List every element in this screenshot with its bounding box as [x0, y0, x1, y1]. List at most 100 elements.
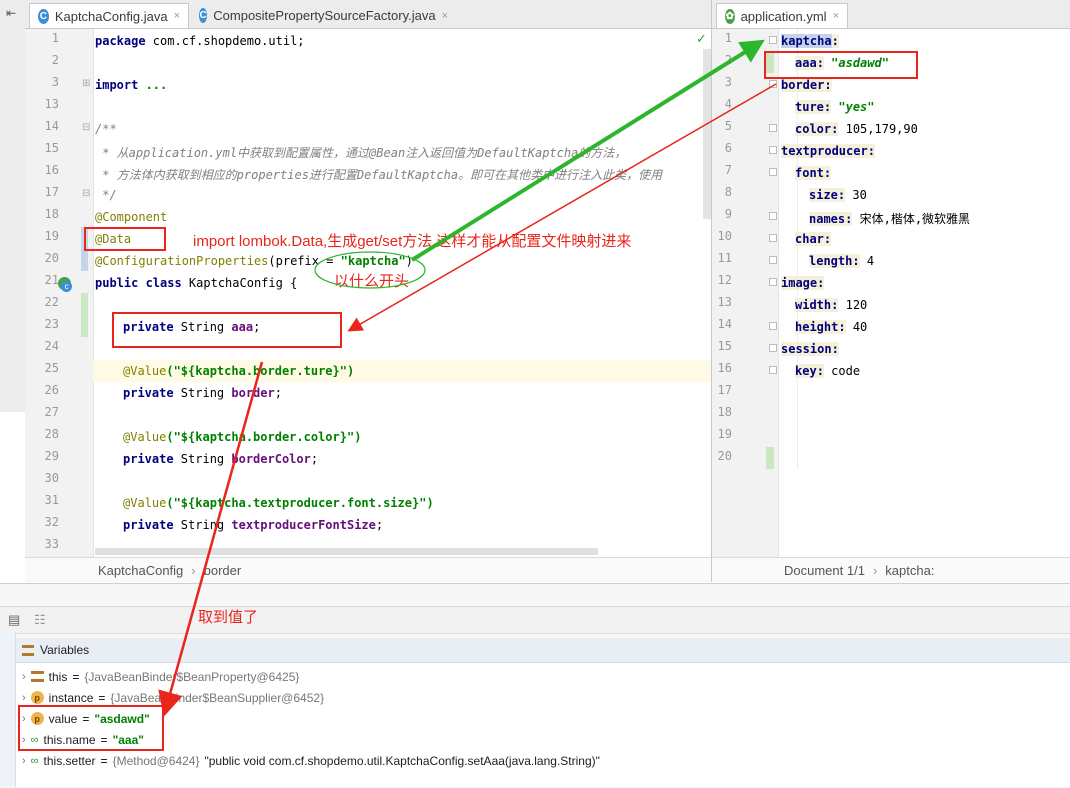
code-line[interactable]: package com.cf.shopdemo.util;: [95, 34, 305, 48]
right-editor-tabbar: ✿ application.yml ×: [712, 0, 1070, 29]
yaml-line[interactable]: textproducer:: [781, 144, 875, 158]
close-icon[interactable]: ×: [833, 10, 839, 22]
yaml-key: ture: [795, 100, 824, 114]
fold-icon[interactable]: [769, 80, 777, 88]
code-token: borderColor: [231, 452, 311, 466]
fold-icon[interactable]: [769, 146, 777, 154]
frames-icon[interactable]: ▤: [8, 612, 20, 628]
code-line[interactable]: @ConfigurationProperties(prefix = "kaptc…: [95, 254, 413, 268]
breadcrumb-item[interactable]: KaptchaConfig: [98, 563, 183, 578]
yaml-line[interactable]: image:: [781, 276, 825, 290]
line-number: 11: [717, 251, 732, 265]
code-line[interactable]: @Value("${kaptcha.border.ture}"): [123, 364, 354, 378]
code-line[interactable]: private String border;: [123, 386, 282, 400]
yaml-editor[interactable]: 1 2 3 4 5 6 7 8 9 10 11 12 13 14 15 16 17 18 19 20 kaptcha: a…: [712, 29, 1070, 557]
fold-icon[interactable]: ⊟: [82, 188, 90, 199]
fold-icon[interactable]: [769, 234, 777, 242]
line-number: 16: [44, 163, 59, 177]
horizontal-scrollbar[interactable]: [95, 548, 598, 555]
code-line[interactable]: @Component: [95, 210, 167, 224]
class-icon: C: [38, 8, 49, 24]
line-number: 15: [44, 141, 59, 155]
tab-compositepropertysourcefactory[interactable]: C CompositePropertySourceFactory.java ×: [191, 3, 456, 28]
yaml-line[interactable]: names: 宋体,楷体,微软雅黑: [809, 210, 970, 227]
yaml-key: kaptcha: [781, 34, 832, 48]
code-token: * 从application.yml中获取到配置属性，通过@Bean注入返回值为…: [95, 146, 627, 160]
code-line[interactable]: import ...: [95, 78, 167, 92]
fold-icon[interactable]: ⊟: [82, 122, 90, 133]
annotation-box-aaa-field: [112, 312, 342, 348]
tab-application-yml[interactable]: ✿ application.yml ×: [716, 3, 848, 28]
yaml-line[interactable]: width: 120: [795, 298, 867, 312]
yaml-line[interactable]: size: 30: [809, 188, 867, 202]
yaml-line[interactable]: ture: "yes": [795, 100, 875, 114]
list-field-icon: [30, 671, 44, 682]
variable-row-this-setter[interactable]: › ∞ this.setter = {Method@6424} "public …: [22, 750, 600, 771]
fold-icon[interactable]: [769, 212, 777, 220]
breadcrumb-item[interactable]: border: [204, 563, 242, 578]
code-token: import: [95, 78, 139, 92]
fold-icon[interactable]: [769, 366, 777, 374]
prefix-note: 以什么开头: [334, 273, 410, 290]
fold-icon[interactable]: [769, 168, 777, 176]
code-token: ;: [375, 518, 384, 532]
fold-icon[interactable]: [769, 124, 777, 132]
code-line[interactable]: /**: [95, 122, 117, 136]
yaml-line[interactable]: length: 4: [809, 254, 874, 268]
fold-icon[interactable]: [769, 256, 777, 264]
line-number: 7: [724, 163, 732, 177]
threads-icon[interactable]: ☷: [34, 612, 46, 628]
breadcrumb-item[interactable]: kaptcha:: [885, 563, 934, 578]
fold-icon[interactable]: [769, 278, 777, 286]
scrollbar-track[interactable]: [703, 49, 711, 219]
variable-row-this[interactable]: › this = {JavaBeanBinder$BeanProperty@64…: [22, 666, 299, 687]
yaml-key: color: [795, 122, 832, 136]
annotation-box-variables: [18, 705, 164, 751]
breadcrumb-item[interactable]: Document 1/1: [784, 563, 865, 578]
code-line[interactable]: private String textproducerFontSize;: [123, 518, 383, 532]
yaml-value: 40: [852, 320, 868, 334]
code-line[interactable]: @Value("${kaptcha.border.color}"): [123, 430, 361, 444]
close-icon[interactable]: ×: [442, 10, 448, 22]
yaml-line[interactable]: color: 105,179,90: [795, 122, 918, 136]
class-gutter-icon[interactable]: c: [61, 281, 72, 292]
yaml-line[interactable]: session:: [781, 342, 839, 356]
code-line[interactable]: */: [95, 188, 116, 202]
expand-arrow-icon[interactable]: ›: [22, 671, 26, 683]
code-line[interactable]: public class KaptchaConfig {: [95, 276, 297, 290]
expand-arrow-icon[interactable]: ›: [22, 692, 26, 704]
yaml-value: 120: [845, 298, 868, 312]
tab-kaptchaconfig[interactable]: C KaptchaConfig.java ×: [29, 3, 189, 28]
fold-icon[interactable]: [769, 322, 777, 330]
collapse-icon[interactable]: ⇤: [6, 6, 16, 20]
line-number: 20: [44, 251, 59, 265]
code-line[interactable]: private String borderColor;: [123, 452, 318, 466]
code-token: "kaptcha": [340, 254, 406, 268]
yaml-line[interactable]: height: 40: [795, 320, 867, 334]
yaml-line[interactable]: border:: [781, 78, 832, 92]
code-token: private: [123, 386, 174, 400]
fold-icon[interactable]: ⊞: [82, 78, 90, 89]
yaml-line[interactable]: font:: [795, 166, 832, 180]
code-line[interactable]: @Value("${kaptcha.textproducer.font.size…: [123, 496, 434, 510]
yaml-line[interactable]: char:: [795, 232, 832, 246]
code-line[interactable]: * 从application.yml中获取到配置属性，通过@Bean注入返回值为…: [95, 144, 626, 161]
code-token: @ConfigurationProperties: [95, 254, 269, 268]
line-number: 3: [51, 75, 59, 89]
java-editor[interactable]: ✓ 1 2 3 13 14 15 16 17 18 19 20 21 22 23 24 25 26 27 28 29 3…: [25, 29, 711, 557]
close-icon[interactable]: ×: [174, 10, 180, 22]
spring-leaf-icon: ✿: [725, 8, 735, 24]
fold-icon[interactable]: [769, 36, 777, 44]
line-number: 13: [717, 295, 732, 309]
yaml-key: border: [781, 78, 825, 92]
breadcrumb-separator-icon: ›: [191, 563, 196, 578]
yaml-key: height: [795, 320, 839, 334]
line-number: 1: [51, 31, 59, 45]
yaml-line[interactable]: key: code: [795, 364, 860, 378]
yaml-key: length: [809, 254, 853, 268]
fold-icon[interactable]: [769, 344, 777, 352]
expand-arrow-icon[interactable]: ›: [22, 755, 26, 767]
line-number: 32: [44, 515, 59, 529]
code-line[interactable]: * 方法体内获取到相应的properties进行配置DefaultKaptcha…: [95, 166, 662, 183]
yaml-line[interactable]: kaptcha:: [781, 34, 839, 48]
